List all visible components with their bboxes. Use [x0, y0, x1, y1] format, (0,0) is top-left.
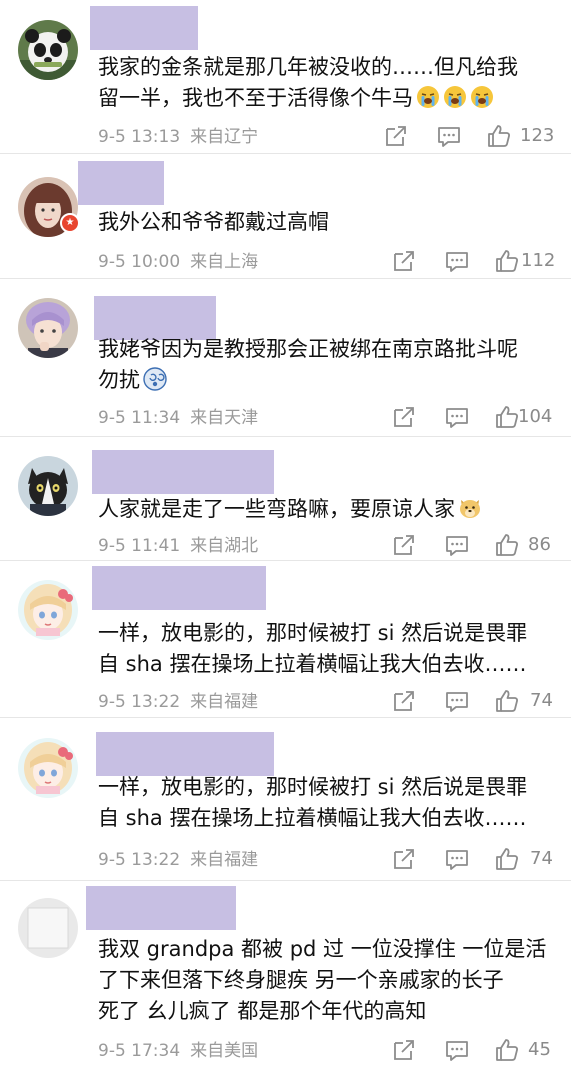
share-icon[interactable]: [391, 532, 417, 558]
comment-text: 我外公和爷爷都戴过高帽: [98, 207, 548, 238]
crying-emoji: [416, 85, 440, 109]
like-icon[interactable]: [494, 688, 520, 714]
comment-meta: 9-5 13:22 来自福建: [98, 691, 258, 713]
comment-text-line: 我外公和爷爷都戴过高帽: [98, 210, 329, 234]
comment-text-line: 我姥爷因为是教授那会正被绑在南京路批斗呢: [98, 337, 518, 361]
comment-text-line: 我双 grandpa 都被 pd 过 一位没撑住 一位是活: [98, 937, 547, 961]
comment-item[interactable]: 我姥爷因为是教授那会正被绑在南京路批斗呢勿扰 9-5 11:34 来自天津 104: [0, 280, 571, 436]
comment-date: 9-5 13:22: [98, 850, 181, 870]
comment-date: 9-5 11:41: [98, 536, 181, 556]
comment-location: 来自天津: [190, 408, 259, 428]
comment-date: 9-5 10:00: [98, 252, 181, 272]
comment-location: 来自福建: [190, 692, 259, 712]
comment-text-line: 一样，放电影的，那时候被打 si 然后说是畏罪: [98, 775, 528, 799]
comment-text-line: 一样，放电影的，那时候被打 si 然后说是畏罪: [98, 621, 528, 645]
crying-emoji: [470, 85, 494, 109]
comment-meta: 9-5 13:13 来自辽宁: [98, 126, 258, 148]
comment-divider: [0, 153, 571, 154]
comment-item[interactable]: 一样，放电影的，那时候被打 si 然后说是畏罪自 sha 摆在操场上拉着横幅让我…: [0, 562, 571, 717]
comment-location: 来自上海: [190, 252, 259, 272]
username-redacted[interactable]: [78, 161, 164, 205]
comment-item[interactable]: 我家的金条就是那几年被没收的……但凡给我留一半，我也不至于活得像个牛马 9-5 1…: [0, 0, 571, 153]
username-redacted[interactable]: [92, 566, 266, 610]
panda-avatar[interactable]: [18, 20, 78, 80]
share-icon[interactable]: [391, 404, 417, 430]
dizzy-emoji: [143, 367, 167, 391]
share-icon[interactable]: [391, 846, 417, 872]
username-redacted[interactable]: [96, 732, 274, 776]
comment-text-line: 了下来但落下终身腿疾 另一个亲戚家的长子: [98, 968, 504, 992]
comment-item[interactable]: 人家就是走了一些弯路嘛，要原谅人家 9-5 11:41 来自湖北 86: [0, 438, 571, 560]
comment-text-line: 死了 幺儿疯了 都是那个年代的高知: [98, 999, 427, 1023]
like-count: 74: [530, 848, 553, 869]
comment-date: 9-5 11:34: [98, 408, 181, 428]
like-icon[interactable]: [494, 404, 520, 430]
comment-text-line: 人家就是走了一些弯路嘛，要原谅人家: [98, 494, 548, 525]
share-icon[interactable]: [391, 688, 417, 714]
comment-icon[interactable]: [436, 123, 462, 149]
comment-divider: [0, 436, 571, 437]
like-icon[interactable]: [494, 248, 520, 274]
like-count: 123: [520, 125, 555, 146]
like-count: 45: [528, 1039, 551, 1060]
comment-text-line: 自 sha 摆在操场上拉着横幅让我大伯去收……: [98, 806, 527, 830]
like-icon[interactable]: [494, 532, 520, 558]
comment-text-line: 留一半，我也不至于活得像个牛马: [98, 83, 548, 114]
anime-girl-avatar[interactable]: [18, 738, 78, 798]
like-count: 74: [530, 690, 553, 711]
comment-text-line: 我家的金条就是那几年被没收的……但凡给我: [98, 55, 518, 79]
comment-list: 我家的金条就是那几年被没收的……但凡给我留一半，我也不至于活得像个牛马 9-5 1…: [0, 0, 571, 1071]
comment-item[interactable]: 一样，放电影的，那时候被打 si 然后说是畏罪自 sha 摆在操场上拉着横幅让我…: [0, 718, 571, 880]
verified-badge-icon: ★: [60, 213, 80, 233]
comment-item[interactable]: 我双 grandpa 都被 pd 过 一位没撑住 一位是活 了下来但落下终身腿疾 …: [0, 880, 571, 1071]
cat-avatar[interactable]: [18, 456, 78, 516]
comment-text: 我双 grandpa 都被 pd 过 一位没撑住 一位是活 了下来但落下终身腿疾 …: [98, 934, 548, 1027]
comment-text-line: 勿扰: [98, 365, 548, 396]
comment-text: 一样，放电影的，那时候被打 si 然后说是畏罪自 sha 摆在操场上拉着横幅让我…: [98, 618, 548, 680]
username-redacted[interactable]: [86, 886, 236, 930]
comment-date: 9-5 17:34: [98, 1041, 181, 1061]
comment-icon[interactable]: [444, 404, 470, 430]
comment-meta: 9-5 13:22 来自福建: [98, 849, 258, 871]
comment-text: 我姥爷因为是教授那会正被绑在南京路批斗呢勿扰: [98, 334, 548, 396]
comment-meta: 9-5 17:34 来自美国: [98, 1040, 258, 1062]
share-icon[interactable]: [391, 1037, 417, 1063]
comment-date: 9-5 13:22: [98, 692, 181, 712]
comment-text: 我家的金条就是那几年被没收的……但凡给我留一半，我也不至于活得像个牛马: [98, 52, 548, 114]
doge-emoji: [458, 496, 482, 520]
comment-meta: 9-5 10:00 来自上海: [98, 251, 258, 273]
anime-boy-avatar[interactable]: [18, 298, 78, 358]
comment-location: 来自美国: [190, 1041, 259, 1061]
comment-icon[interactable]: [444, 248, 470, 274]
comment-divider: [0, 278, 571, 279]
like-count: 86: [528, 534, 551, 555]
comment-location: 来自辽宁: [190, 127, 259, 147]
comment-icon[interactable]: [444, 846, 470, 872]
comment-text-line: 自 sha 摆在操场上拉着横幅让我大伯去收……: [98, 652, 527, 676]
comment-location: 来自湖北: [190, 536, 259, 556]
share-icon[interactable]: [383, 123, 409, 149]
username-redacted[interactable]: [92, 450, 274, 494]
comment-text: 一样，放电影的，那时候被打 si 然后说是畏罪自 sha 摆在操场上拉着横幅让我…: [98, 772, 548, 834]
comment-icon[interactable]: [444, 1037, 470, 1063]
comment-meta: 9-5 11:41 来自湖北: [98, 535, 258, 557]
like-icon[interactable]: [494, 1037, 520, 1063]
comment-icon[interactable]: [444, 688, 470, 714]
comment-location: 来自福建: [190, 850, 259, 870]
share-icon[interactable]: [391, 248, 417, 274]
comment-meta: 9-5 11:34 来自天津: [98, 407, 258, 429]
anime-girl-avatar[interactable]: [18, 580, 78, 640]
like-count: 104: [518, 406, 553, 427]
comment-date: 9-5 13:13: [98, 127, 181, 147]
comment-icon[interactable]: [444, 532, 470, 558]
crying-emoji: [443, 85, 467, 109]
like-count: 112: [521, 250, 556, 271]
like-icon[interactable]: [486, 123, 512, 149]
comment-item[interactable]: ★ 我外公和爷爷都戴过高帽 9-5 10:00 来自上海 112: [0, 155, 571, 278]
comment-divider: [0, 560, 571, 561]
like-icon[interactable]: [494, 846, 520, 872]
blank-avatar[interactable]: [18, 898, 78, 958]
comment-text: 人家就是走了一些弯路嘛，要原谅人家: [98, 494, 548, 525]
username-redacted[interactable]: [90, 6, 198, 50]
